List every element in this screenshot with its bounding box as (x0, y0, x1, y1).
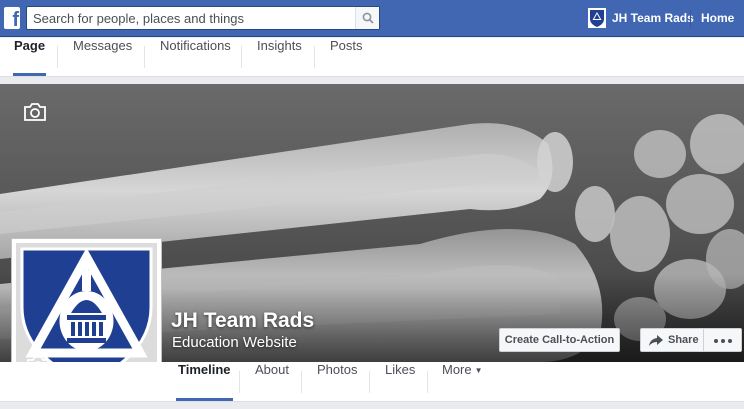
tab-posts[interactable]: Posts (330, 38, 363, 76)
page-category[interactable]: Education Website (172, 334, 297, 351)
page-title[interactable]: JH Team Rads (171, 309, 314, 333)
facebook-logo[interactable]: f (4, 7, 20, 29)
create-call-to-action-button[interactable]: Create Call-to-Action (499, 328, 620, 352)
caret-down-icon: ▼ (474, 366, 483, 375)
tab-divider (57, 46, 58, 68)
tab-notifications[interactable]: Notifications (160, 38, 231, 76)
tab-divider (239, 371, 240, 393)
home-link[interactable]: Home (701, 11, 734, 25)
tab-more-label: More (442, 362, 472, 377)
more-options-button[interactable] (704, 328, 742, 352)
tab-photos[interactable]: Photos (317, 362, 357, 401)
page-avatar-icon[interactable] (588, 8, 606, 28)
share-arrow-icon (649, 335, 663, 346)
tab-divider (314, 46, 315, 68)
tab-insights[interactable]: Insights (257, 38, 302, 76)
top-navigation-bar: f JH Team Rads Home (0, 0, 744, 37)
search-box (26, 6, 380, 30)
tab-about[interactable]: About (255, 362, 289, 401)
tab-divider (301, 371, 302, 393)
tab-likes[interactable]: Likes (385, 362, 415, 401)
search-button[interactable] (355, 7, 379, 29)
tab-divider (144, 46, 145, 68)
page-background (0, 402, 744, 409)
share-label: Share (668, 334, 699, 346)
top-page-name-link[interactable]: JH Team Rads (612, 11, 694, 25)
tab-messages[interactable]: Messages (73, 38, 132, 76)
tab-divider (427, 371, 428, 393)
search-input[interactable] (27, 7, 355, 29)
tab-divider (369, 371, 370, 393)
page-admin-tabs: Page Messages Notifications Insights Pos… (0, 38, 744, 77)
tab-page[interactable]: Page (13, 38, 47, 76)
share-button[interactable]: Share (640, 328, 704, 352)
search-icon (362, 12, 374, 24)
tab-timeline[interactable]: Timeline (176, 362, 233, 401)
tab-more[interactable]: More ▼ (442, 362, 483, 401)
camera-icon[interactable] (24, 103, 46, 121)
tab-divider (241, 46, 242, 68)
timeline-navigation: Timeline About Photos Likes More ▼ (0, 362, 744, 402)
top-divider (690, 10, 691, 27)
